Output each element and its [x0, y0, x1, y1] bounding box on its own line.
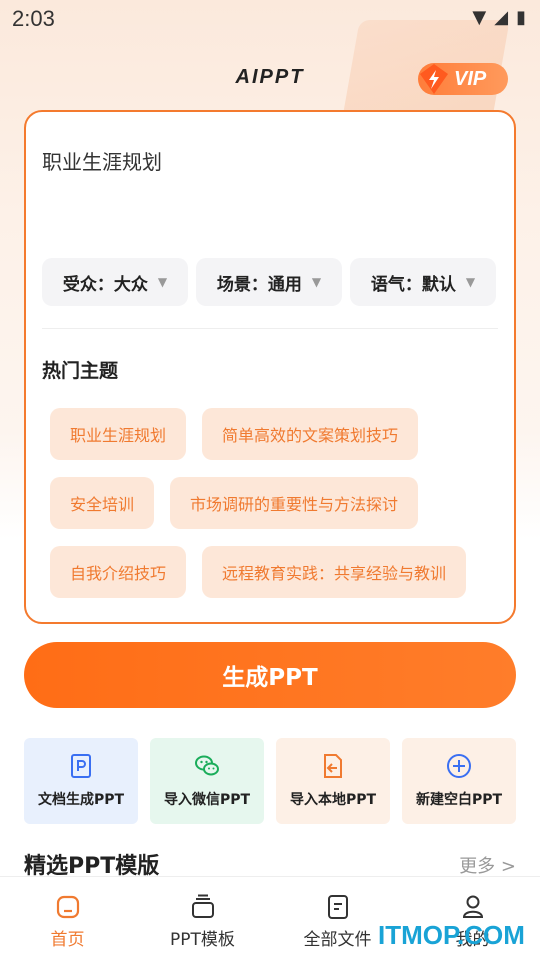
scene-select[interactable]: 场景：通用 ▼	[196, 258, 342, 306]
topic-chip[interactable]: 职业生涯规划	[50, 408, 186, 460]
audience-select[interactable]: 受众：大众 ▼	[42, 258, 188, 306]
signal-icon: ◢	[494, 7, 509, 28]
more-link[interactable]: 更多 >	[459, 852, 516, 878]
topic-chip[interactable]: 安全培训	[50, 477, 154, 529]
tool-label: 新建空白PPT	[415, 792, 503, 808]
tab-label: 首页	[50, 930, 85, 950]
topic-card: 职业生涯规划 受众：大众 ▼ 场景：通用 ▼ 语气：默认 ▼ 热门主题 职业生涯…	[24, 110, 516, 624]
status-bar: 2:03 ▼ ◢ ▮	[0, 0, 540, 40]
watermark: ITMOP.COM	[378, 920, 525, 950]
vip-label: VIP	[454, 67, 487, 90]
topic-chip[interactable]: 自我介绍技巧	[50, 546, 186, 598]
import-file-icon	[324, 754, 342, 778]
scene-label: 场景：通用	[216, 274, 302, 295]
caret-down-icon: ▼	[157, 275, 168, 289]
doc-to-ppt-button[interactable]: 文档生成PPT	[24, 738, 138, 824]
hot-topics-title: 热门主题	[42, 360, 119, 382]
wechat-icon	[195, 755, 219, 776]
status-time: 2:03	[12, 6, 55, 31]
tool-grid: 文档生成PPT 导入微信PPT 导入本地PPT 新建空白PPT	[24, 738, 516, 824]
vip-button[interactable]: VIP	[418, 63, 508, 95]
tone-select[interactable]: 语气：默认 ▼	[350, 258, 496, 306]
lightning-icon	[416, 61, 452, 97]
tab-home[interactable]: 首页	[0, 877, 135, 960]
divider	[42, 328, 498, 329]
plus-circle-icon	[447, 754, 471, 778]
tab-label: 全部文件	[303, 930, 372, 950]
import-local-button[interactable]: 导入本地PPT	[276, 738, 390, 824]
import-wechat-button[interactable]: 导入微信PPT	[150, 738, 264, 824]
audience-label: 受众：大众	[62, 274, 148, 295]
topic-input[interactable]: 职业生涯规划	[42, 146, 162, 175]
topic-chip[interactable]: 市场调研的重要性与方法探讨	[170, 477, 418, 529]
doc-p-icon	[71, 754, 91, 778]
caret-down-icon: ▼	[311, 275, 322, 289]
tone-label: 语气：默认	[370, 274, 456, 295]
generate-ppt-button[interactable]: 生成PPT	[24, 642, 516, 708]
tab-templates[interactable]: PPT模板	[135, 877, 270, 960]
user-icon	[462, 895, 483, 918]
template-icon	[191, 894, 214, 918]
battery-icon: ▮	[516, 7, 526, 28]
home-icon	[56, 895, 79, 919]
tool-label: 文档生成PPT	[37, 792, 125, 808]
files-icon	[327, 895, 348, 919]
new-blank-ppt-button[interactable]: 新建空白PPT	[402, 738, 516, 824]
tool-label: 导入微信PPT	[163, 792, 251, 808]
wifi-icon: ▼	[472, 7, 487, 28]
caret-down-icon: ▼	[465, 275, 476, 289]
tool-label: 导入本地PPT	[289, 792, 377, 808]
topic-chip[interactable]: 简单高效的文案策划技巧	[202, 408, 418, 460]
topic-chip[interactable]: 远程教育实践：共享经验与教训	[202, 546, 466, 598]
tab-label: PPT模板	[170, 930, 235, 950]
option-selectors: 受众：大众 ▼ 场景：通用 ▼ 语气：默认 ▼	[42, 258, 496, 306]
